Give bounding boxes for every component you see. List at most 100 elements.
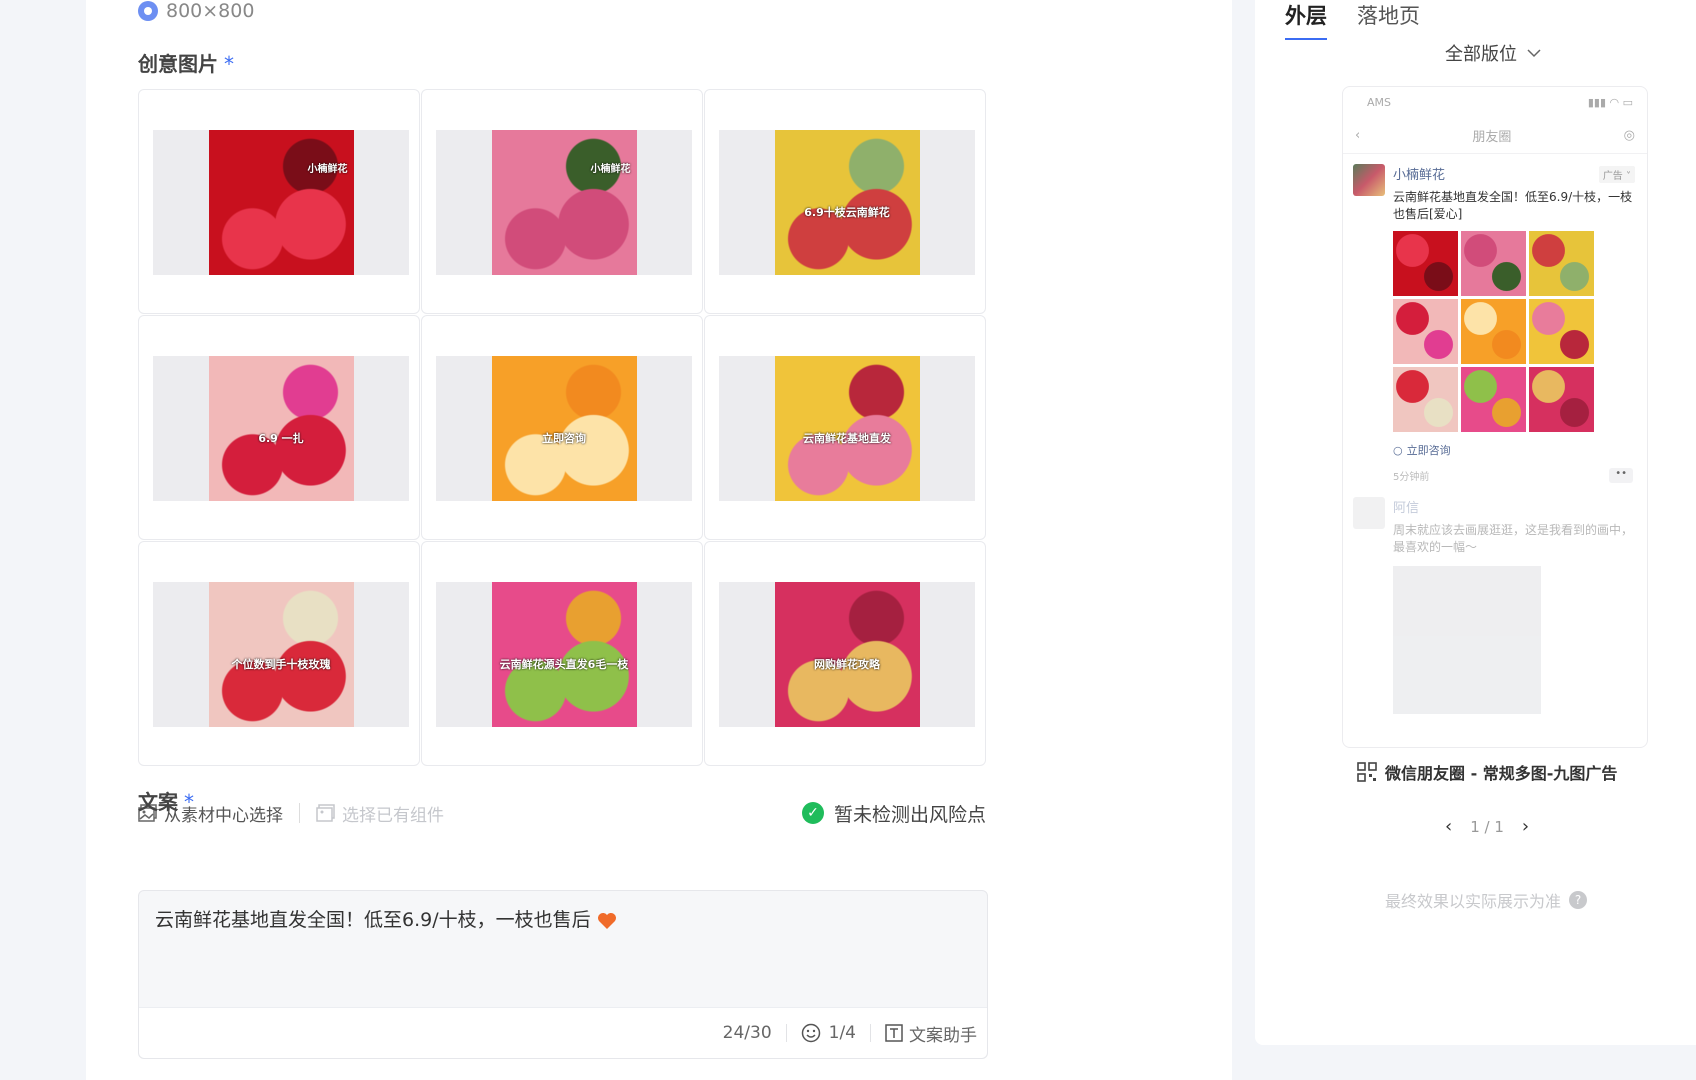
required-mark: * (224, 52, 234, 76)
image-frame: 网购鲜花攻略 (719, 582, 975, 727)
nine-image-grid (1393, 231, 1637, 432)
image-caption: 个位数到手十枝玫瑰 (231, 657, 331, 671)
copy-label: 文案 (138, 790, 178, 814)
copy-assistant-label: 文案助手 (909, 1025, 977, 1046)
tab-landing-page[interactable]: 落地页 (1357, 0, 1420, 40)
chevron-right-icon[interactable]: › (1522, 816, 1529, 837)
post-image (1393, 566, 1541, 714)
image-frame: 小楠鲜花 (153, 130, 409, 275)
avatar (1353, 497, 1385, 529)
creative-image: 小楠鲜花 (208, 130, 354, 275)
radio-selected-icon[interactable] (138, 1, 158, 21)
divider (785, 1024, 787, 1042)
post-time: 5分钟前 (1393, 472, 1430, 483)
smiley-icon (801, 1023, 820, 1043)
creative-image: 立即咨询 (491, 356, 637, 501)
images-section-label: 创意图片 * (138, 48, 234, 77)
creative-image-slot[interactable]: 立即咨询 (421, 315, 703, 540)
preview-thumb (1461, 367, 1526, 432)
preview-tabs: 外层 落地页 (1285, 0, 1420, 40)
existing-component-label: 选择已有组件 (342, 805, 444, 826)
char-count: 24/30 (722, 1023, 772, 1043)
divider (299, 803, 300, 823)
copy-text-container: 云南鲜花基地直发全国！低至6.9/十枝，一枝也售后 (155, 905, 617, 932)
preview-thumb (1461, 231, 1526, 296)
placement-select[interactable]: 全部版位 (1445, 40, 1541, 66)
image-frame: 个位数到手十枝玫瑰 (153, 582, 409, 727)
preview-thumb (1529, 367, 1594, 432)
preview-thumb (1393, 367, 1458, 432)
creative-image-slot[interactable]: 网购鲜花攻略 (704, 541, 986, 766)
creative-image-slot[interactable]: 云南鲜花源头直发6毛一枝 (421, 541, 703, 766)
component-icon (316, 804, 335, 822)
tab-outer[interactable]: 外层 (1285, 0, 1327, 40)
risk-status: ✓ 暂未检测出风险点 (801, 800, 986, 827)
ad-type-text: 微信朋友圈 - 常规多图-九图广告 (1385, 764, 1618, 783)
copy-text: 云南鲜花基地直发全国！低至6.9/十枝，一枝也售后 (155, 909, 591, 931)
image-watermark: 小楠鲜花 (590, 164, 631, 175)
chat-bubble-icon: ○ (1393, 443, 1403, 457)
page-indicator: 1 / 1 (1470, 817, 1504, 836)
image-frame: 云南鲜花基地直发 (719, 356, 975, 501)
more-icon[interactable]: •• (1609, 468, 1633, 483)
creative-form: 800×800 创意图片 * 小楠鲜花 小楠鲜花 6.9十枝云南鲜花 6.9 一扎 立即咨… (86, 0, 1232, 1080)
preview-thumb (1393, 231, 1458, 296)
image-caption: 6.9 一扎 (258, 431, 304, 445)
consult-label: 立即咨询 (1406, 444, 1451, 457)
image-frame: 6.9 一扎 (153, 356, 409, 501)
copy-toolbar: 24/30 1/4 文案助手 (139, 1007, 987, 1058)
help-icon[interactable]: ? (1569, 891, 1588, 909)
image-frame: 云南鲜花源头直发6毛一枝 (436, 582, 692, 727)
creative-image: 6.9十枝云南鲜花 (774, 130, 920, 275)
qr-code-icon (1357, 762, 1377, 782)
size-option-label: 800×800 (166, 0, 255, 22)
text-box-icon (885, 1024, 903, 1042)
pager: ‹ 1 / 1 › (1445, 816, 1529, 837)
required-mark: * (184, 790, 194, 814)
creative-image: 云南鲜花基地直发 (774, 356, 920, 501)
ad-badge: 广告 ˅ (1598, 166, 1635, 183)
emoji-count: 1/4 (828, 1023, 856, 1043)
chevron-left-icon[interactable]: ‹ (1445, 816, 1452, 837)
creative-image-slot[interactable]: 云南鲜花基地直发 (704, 315, 986, 540)
divider (870, 1024, 871, 1042)
consult-link[interactable]: ○ 立即咨询 (1393, 442, 1637, 458)
size-option[interactable]: 800×800 (138, 0, 254, 22)
back-icon: ‹ (1355, 127, 1361, 143)
image-caption: 6.9十枝云南鲜花 (804, 205, 890, 219)
image-frame: 6.9十枝云南鲜花 (719, 130, 975, 275)
creative-image: 云南鲜花源头直发6毛一枝 (491, 582, 637, 727)
preview-thumb (1393, 299, 1458, 364)
ad-type-label: 微信朋友圈 - 常规多图-九图广告 (1357, 760, 1617, 784)
copy-textarea[interactable]: 云南鲜花基地直发全国！低至6.9/十枝，一枝也售后 24/30 1/4 文案助手 (138, 890, 988, 1059)
carrier-label: AMS (1367, 95, 1391, 109)
image-caption: 网购鲜花攻略 (814, 657, 880, 671)
battery-icon: ▮▮▮ ◠ ▭ (1587, 95, 1633, 109)
preview-thumb (1461, 299, 1526, 364)
post-author: 阿信 (1393, 501, 1420, 516)
preview-thumb (1529, 231, 1594, 296)
post-meta: 5分钟前 •• (1393, 468, 1637, 483)
status-bar: AMS ▮▮▮ ◠ ▭ (1343, 87, 1647, 117)
emoji-button[interactable]: 1/4 (801, 1023, 856, 1043)
creative-image: 小楠鲜花 (491, 130, 637, 275)
creative-image-slot[interactable]: 小楠鲜花 (138, 89, 420, 314)
chevron-down-icon (1527, 49, 1541, 58)
check-circle-icon: ✓ (801, 802, 824, 824)
preview-note: 最终效果以实际展示为准 ? (1385, 888, 1588, 912)
nav-title: 朋友圈 (1472, 129, 1512, 145)
existing-component-button[interactable]: 选择已有组件 (316, 801, 444, 826)
camera-icon: ◎ (1623, 127, 1635, 143)
creative-image-slot[interactable]: 6.9十枝云南鲜花 (704, 89, 986, 314)
creative-image: 个位数到手十枝玫瑰 (208, 582, 354, 727)
phone-preview: AMS ▮▮▮ ◠ ▭ ‹ 朋友圈 ◎ 小楠鲜花 云南鲜花基地直发全国！低至6.… (1342, 86, 1648, 748)
heart-emoji-icon (597, 912, 616, 929)
sample-post: 阿信 周末就应该去画展逛逛，这是我看到的画中，最喜欢的一幅～ (1343, 483, 1647, 728)
image-caption: 云南鲜花基地直发 (803, 431, 891, 445)
preview-panel: 外层 落地页 全部版位 AMS ▮▮▮ ◠ ▭ ‹ 朋友圈 ◎ 小楠鲜花 云南鲜… (1255, 0, 1696, 1045)
copy-assistant-button[interactable]: 文案助手 (885, 1021, 977, 1046)
copy-section-label: 文案 * (138, 786, 194, 815)
creative-image-slot[interactable]: 6.9 一扎 (138, 315, 420, 540)
creative-image-slot[interactable]: 小楠鲜花 (421, 89, 703, 314)
creative-image-slot[interactable]: 个位数到手十枝玫瑰 (138, 541, 420, 766)
